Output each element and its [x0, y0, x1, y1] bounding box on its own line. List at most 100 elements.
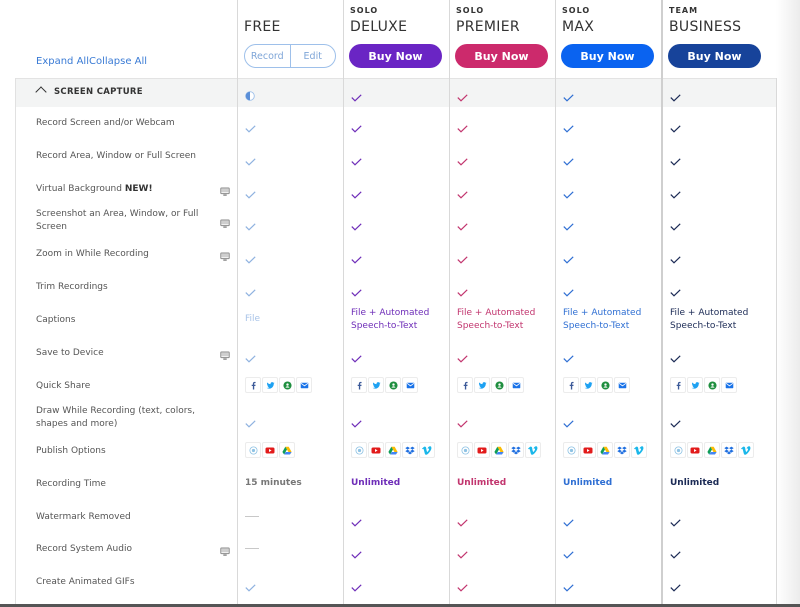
- vimeo-icon[interactable]: [525, 442, 541, 458]
- google-classroom-icon[interactable]: [704, 377, 720, 393]
- plan-name: FREE: [244, 19, 281, 35]
- screencast-icon[interactable]: [351, 442, 367, 458]
- check-icon: [563, 216, 574, 231]
- google-drive-icon[interactable]: [491, 442, 507, 458]
- google-classroom-icon[interactable]: [279, 377, 295, 393]
- screencast-icon[interactable]: [670, 442, 686, 458]
- feature-label: Record Area, Window or Full Screen: [36, 150, 201, 163]
- google-classroom-icon[interactable]: [597, 377, 613, 393]
- plan-name: PREMIER: [456, 19, 520, 35]
- check-icon: [457, 348, 468, 363]
- feature-label-text: Virtual Background: [36, 184, 122, 194]
- recording-time-value: 15 minutes: [245, 478, 302, 488]
- check-icon: [670, 151, 681, 166]
- check-icon: [563, 282, 574, 297]
- youtube-icon[interactable]: [687, 442, 703, 458]
- plan-tier: SOLO: [350, 6, 379, 15]
- check-icon: [351, 216, 362, 231]
- record-edit-toggle[interactable]: Record Edit: [244, 44, 336, 68]
- captions-value: File + Automated Speech-to-Text: [670, 308, 749, 331]
- email-icon[interactable]: [402, 377, 418, 393]
- desktop-only-icon: [220, 346, 230, 360]
- plan-name: BUSINESS: [669, 19, 742, 35]
- facebook-icon[interactable]: [457, 377, 473, 393]
- twitter-icon[interactable]: [262, 377, 278, 393]
- google-drive-icon[interactable]: [704, 442, 720, 458]
- feature-label: Zoom in While Recording: [36, 248, 201, 261]
- facebook-icon[interactable]: [245, 377, 261, 393]
- captions-value: File: [245, 314, 261, 324]
- check-icon: [457, 282, 468, 297]
- dropbox-icon[interactable]: [721, 442, 737, 458]
- feature-label-text: Screenshot an Area, Window, or Full Scre…: [36, 209, 199, 232]
- desktop-only-icon: [220, 214, 230, 228]
- not-included-dash: [245, 516, 259, 517]
- youtube-icon[interactable]: [474, 442, 490, 458]
- check-icon: [670, 512, 681, 527]
- column-divider: [237, 0, 238, 604]
- buy-now-button-deluxe[interactable]: Buy Now: [349, 44, 442, 68]
- check-icon: [670, 282, 681, 297]
- feature-label: Watermark Removed: [36, 511, 201, 524]
- check-icon: [457, 216, 468, 231]
- collapse-all-link[interactable]: Collapse All: [89, 56, 147, 67]
- screencast-icon[interactable]: [563, 442, 579, 458]
- check-icon: [563, 118, 574, 133]
- check-icon: [351, 118, 362, 133]
- check-icon: [245, 184, 256, 199]
- google-classroom-icon[interactable]: [385, 377, 401, 393]
- expand-all-link[interactable]: Expand All: [36, 56, 89, 67]
- google-classroom-icon[interactable]: [491, 377, 507, 393]
- twitter-icon[interactable]: [580, 377, 596, 393]
- dropbox-icon[interactable]: [614, 442, 630, 458]
- page-edge-shadow: [776, 0, 800, 607]
- dropbox-icon[interactable]: [402, 442, 418, 458]
- google-drive-icon[interactable]: [597, 442, 613, 458]
- plan-header-deluxe: SOLO DELUXE Buy Now: [343, 0, 449, 78]
- check-icon: [670, 184, 681, 199]
- vimeo-icon[interactable]: [419, 442, 435, 458]
- facebook-icon[interactable]: [563, 377, 579, 393]
- check-icon: [563, 544, 574, 559]
- vimeo-icon[interactable]: [631, 442, 647, 458]
- edit-toggle-button[interactable]: Edit: [289, 45, 336, 67]
- plan-tier: SOLO: [456, 6, 485, 15]
- dropbox-icon[interactable]: [508, 442, 524, 458]
- google-drive-icon[interactable]: [385, 442, 401, 458]
- vimeo-icon[interactable]: [738, 442, 754, 458]
- feature-label: Trim Recordings: [36, 281, 201, 294]
- check-icon: [670, 348, 681, 363]
- check-icon: [245, 249, 256, 264]
- check-icon: [563, 577, 574, 592]
- check-icon: [351, 348, 362, 363]
- youtube-icon[interactable]: [262, 442, 278, 458]
- captions-value: File + Automated Speech-to-Text: [457, 308, 536, 331]
- record-toggle-button[interactable]: Record: [245, 45, 290, 67]
- plan-tier: SOLO: [562, 6, 591, 15]
- twitter-icon[interactable]: [687, 377, 703, 393]
- email-icon[interactable]: [614, 377, 630, 393]
- screencast-icon[interactable]: [457, 442, 473, 458]
- twitter-icon[interactable]: [368, 377, 384, 393]
- twitter-icon[interactable]: [474, 377, 490, 393]
- youtube-icon[interactable]: [580, 442, 596, 458]
- email-icon[interactable]: [721, 377, 737, 393]
- facebook-icon[interactable]: [670, 377, 686, 393]
- desktop-only-icon: [220, 542, 230, 556]
- email-icon[interactable]: [508, 377, 524, 393]
- check-icon: [351, 184, 362, 199]
- buy-now-button-business[interactable]: Buy Now: [668, 44, 761, 68]
- recording-time-value: Unlimited: [670, 478, 720, 488]
- youtube-icon[interactable]: [368, 442, 384, 458]
- check-icon: [457, 512, 468, 527]
- email-icon[interactable]: [296, 377, 312, 393]
- screencast-icon[interactable]: [245, 442, 261, 458]
- section-title: SCREEN CAPTURE: [54, 87, 143, 97]
- facebook-icon[interactable]: [351, 377, 367, 393]
- buy-now-button-premier[interactable]: Buy Now: [455, 44, 548, 68]
- captions-value: File + Automated Speech-to-Text: [351, 308, 430, 331]
- google-drive-icon[interactable]: [279, 442, 295, 458]
- half-circle-icon: [245, 86, 255, 101]
- feature-label: Publish Options: [36, 445, 201, 458]
- buy-now-button-max[interactable]: Buy Now: [561, 44, 654, 68]
